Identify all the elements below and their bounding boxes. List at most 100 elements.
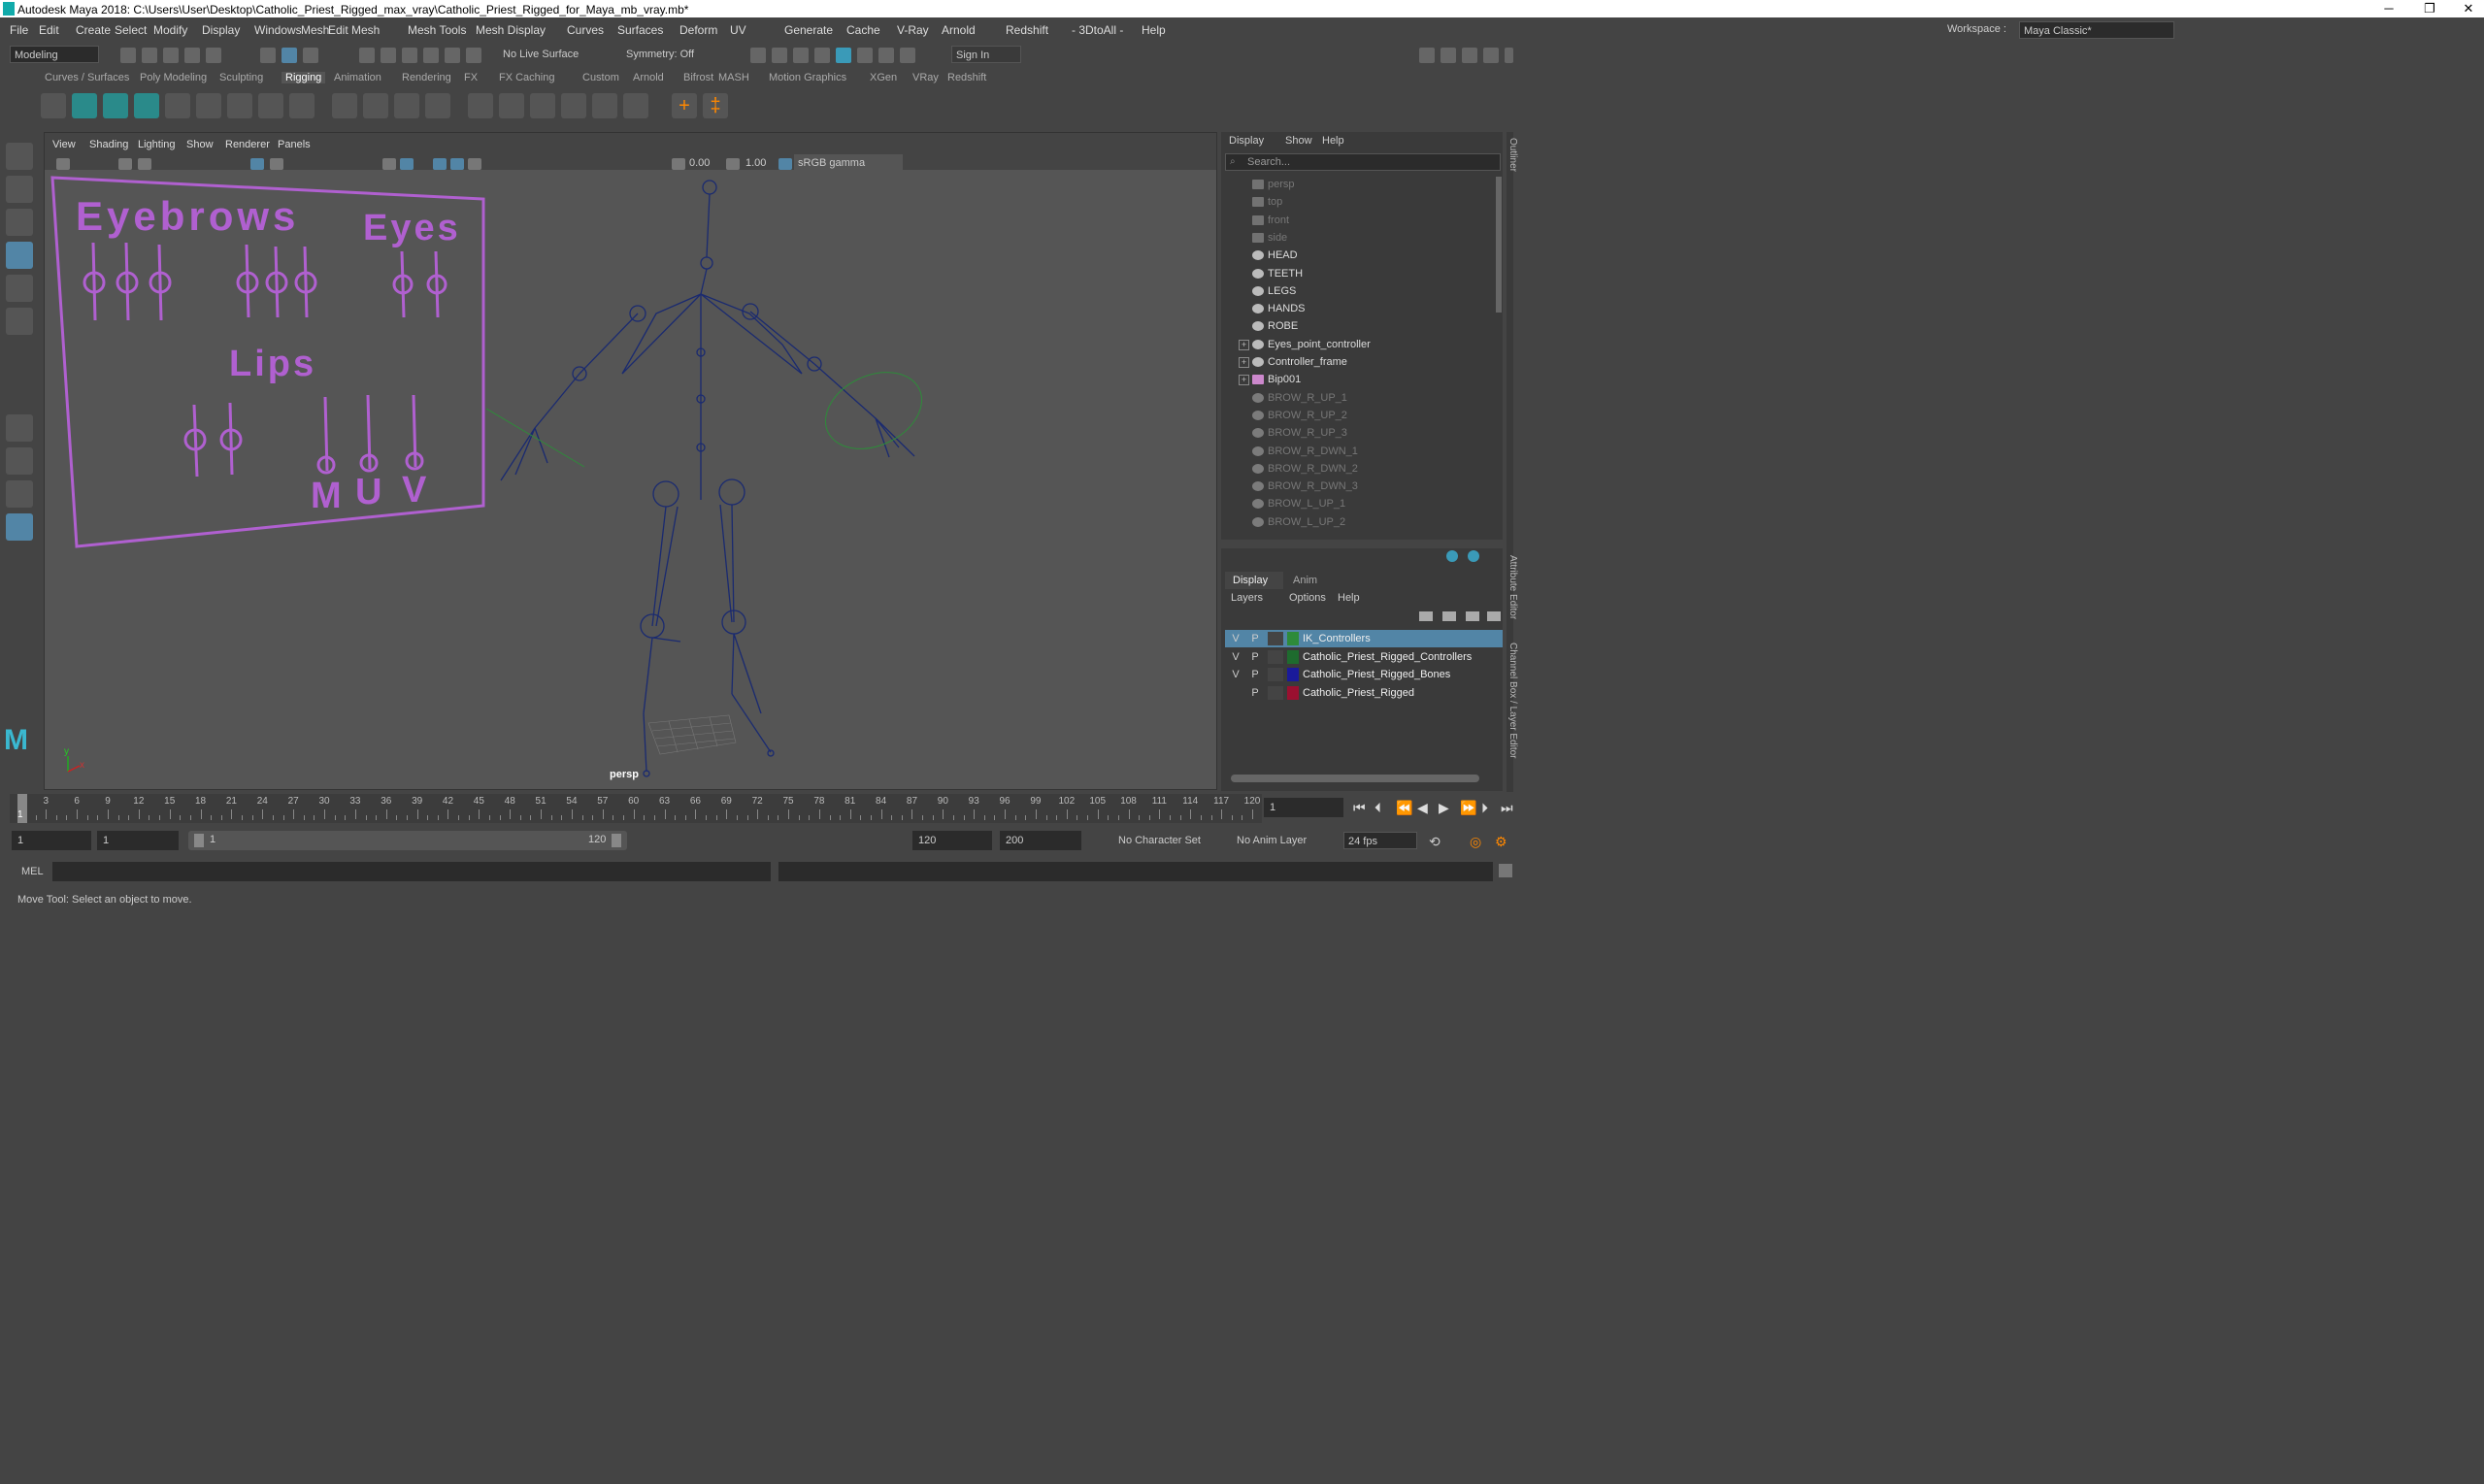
layer-visibility-toggle[interactable]: V: [1229, 648, 1242, 666]
menu-display[interactable]: Display: [202, 23, 240, 37]
outliner-item[interactable]: front: [1221, 213, 1493, 230]
lights-icon[interactable]: [468, 158, 481, 170]
menu-help[interactable]: Help: [1338, 592, 1360, 604]
pole-vector-icon[interactable]: [623, 93, 648, 118]
step-forward-frame-icon[interactable]: ⏵: [1481, 800, 1488, 816]
shelf-tab-arnold[interactable]: Arnold: [633, 72, 664, 83]
layer-create-icon[interactable]: [1446, 550, 1458, 562]
menu-generate[interactable]: Generate: [784, 23, 833, 37]
loop-icon[interactable]: ⟲: [1429, 834, 1441, 850]
outliner-item[interactable]: ROBE: [1221, 318, 1493, 336]
outliner-item[interactable]: HANDS: [1221, 301, 1493, 318]
paint-weights-icon[interactable]: [332, 93, 357, 118]
viewport-menu-lighting[interactable]: Lighting: [138, 139, 176, 150]
wireframe-icon[interactable]: [382, 158, 396, 170]
shelf-tab-poly-modeling[interactable]: Poly Modeling: [140, 72, 207, 83]
layer-playback-toggle[interactable]: P: [1248, 630, 1262, 647]
outliner-item[interactable]: TEETH: [1221, 266, 1493, 283]
step-back-frame-icon[interactable]: ⏴: [1374, 800, 1381, 816]
orient-constraint-icon[interactable]: [530, 93, 555, 118]
outliner-item[interactable]: BROW_R_UP_1: [1221, 390, 1493, 408]
attribute-editor-side-tab[interactable]: Attribute Editor: [1507, 555, 1518, 619]
shelf-tab-rendering[interactable]: Rendering: [402, 72, 451, 83]
bookmark-icon[interactable]: [118, 158, 132, 170]
outliner-item[interactable]: side: [1221, 230, 1493, 247]
expand-icon[interactable]: +: [1239, 339, 1249, 350]
shelf-tab-bifrost[interactable]: Bifrost: [683, 72, 713, 83]
menu-set-select[interactable]: Modeling: [10, 46, 99, 63]
snap-vertex-icon[interactable]: [466, 48, 481, 63]
outliner-item[interactable]: BROW_R_DWN_1: [1221, 444, 1493, 461]
arnold-render-icon[interactable]: [857, 48, 873, 63]
fps-select[interactable]: 24 fps: [1343, 832, 1417, 849]
lasso-tool-icon[interactable]: [6, 176, 33, 203]
snap-grid-icon[interactable]: [359, 48, 375, 63]
menu-mesh-display[interactable]: Mesh Display: [476, 23, 546, 37]
shelf-tab-curves-surfaces[interactable]: Curves / Surfaces: [45, 72, 129, 83]
animation-preferences-icon[interactable]: ⚙: [1495, 834, 1507, 850]
scene-view[interactable]: Eyebrows Eyes Lips M U V y x persp: [45, 170, 1216, 787]
cluster-icon[interactable]: [363, 93, 388, 118]
skin-bind-icon[interactable]: [227, 93, 252, 118]
xray-icon[interactable]: [450, 158, 464, 170]
close-button[interactable]: ✕: [2454, 0, 2483, 17]
four-view-layout-icon[interactable]: [6, 447, 33, 475]
layer-color-swatch[interactable]: [1287, 649, 1299, 664]
render-view-icon[interactable]: [814, 48, 830, 63]
scale-tool-icon[interactable]: [6, 308, 33, 335]
tab-display[interactable]: Display: [1225, 572, 1283, 589]
expand-icon[interactable]: +: [1239, 357, 1249, 368]
command-input[interactable]: [52, 862, 771, 881]
channel-box-toggle-icon[interactable]: [1505, 48, 1513, 63]
layer-playback-toggle[interactable]: P: [1248, 648, 1262, 666]
outliner-item[interactable]: + Eyes_point_controller: [1221, 337, 1493, 354]
hypershade-icon[interactable]: [836, 48, 851, 63]
smooth-shade-icon[interactable]: [400, 158, 414, 170]
insert-joint-icon[interactable]: [134, 93, 159, 118]
snap-view-icon[interactable]: [423, 48, 439, 63]
menu-help[interactable]: Help: [1142, 23, 1166, 37]
menu-3dtoall[interactable]: - 3DtoAll -: [1072, 23, 1123, 37]
open-scene-icon[interactable]: [142, 48, 157, 63]
time-slider[interactable]: 1 3 6 9 12 15 18 21 24 27 30 33 36 39 42 45 48 51 54 57 60 6…: [10, 794, 1262, 823]
layer-row[interactable]: P Catholic_Priest_Rigged: [1225, 684, 1503, 702]
menu-windows[interactable]: Windows: [254, 23, 302, 37]
viewport-panel[interactable]: View Shading Lighting Show Renderer Panels 0.…: [44, 132, 1217, 790]
parent-constraint-icon[interactable]: [592, 93, 617, 118]
shelf-tab-fx[interactable]: FX: [464, 72, 478, 83]
layer-color-swatch[interactable]: [1287, 668, 1299, 681]
outliner-item[interactable]: + Bip001: [1221, 372, 1493, 389]
channel-box-side-tab[interactable]: Channel Box / Layer Editor: [1507, 643, 1518, 759]
select-object-icon[interactable]: [282, 48, 297, 63]
select-tool-icon[interactable]: [6, 143, 33, 170]
menu-edit[interactable]: Edit: [39, 23, 59, 37]
shelf-tab-sculpting[interactable]: Sculpting: [219, 72, 263, 83]
mirror-joint-icon[interactable]: [165, 93, 190, 118]
symmetry-select[interactable]: Symmetry: Off: [626, 49, 694, 60]
live-surface-label[interactable]: No Live Surface: [503, 49, 579, 60]
outliner-item[interactable]: HEAD: [1221, 247, 1493, 265]
new-layer-selected-icon[interactable]: [1487, 611, 1501, 621]
shelf-tab-vray[interactable]: VRay: [912, 72, 939, 83]
viewport-menu-panels[interactable]: Panels: [278, 139, 311, 150]
shelf-tab-animation[interactable]: Animation: [334, 72, 381, 83]
blend-shape-icon[interactable]: ‡: [703, 93, 728, 118]
new-scene-icon[interactable]: [120, 48, 136, 63]
layer-display-type[interactable]: [1268, 649, 1283, 664]
step-back-key-icon[interactable]: ⏪: [1396, 800, 1412, 816]
menu-layers[interactable]: Layers: [1231, 592, 1263, 604]
animation-end-field[interactable]: 200: [1000, 831, 1081, 850]
layer-row[interactable]: V P Catholic_Priest_Rigged_Controllers: [1225, 648, 1503, 666]
ik-wrist-controller-left[interactable]: [485, 408, 585, 468]
select-component-icon[interactable]: [303, 48, 318, 63]
character-set-select[interactable]: No Character Set: [1118, 835, 1201, 846]
image-plane-icon[interactable]: [138, 158, 151, 170]
viewport-menu-shading[interactable]: Shading: [89, 139, 128, 150]
outliner-item[interactable]: BROW_R_DWN_3: [1221, 478, 1493, 496]
rotate-tool-icon[interactable]: [6, 275, 33, 302]
humanik-icon[interactable]: [258, 93, 283, 118]
outliner-side-tab[interactable]: Outliner: [1507, 138, 1518, 172]
menu-arnold[interactable]: Arnold: [942, 23, 976, 37]
grid-toggle-icon[interactable]: [250, 158, 264, 170]
outliner-item[interactable]: BROW_R_DWN_2: [1221, 461, 1493, 478]
